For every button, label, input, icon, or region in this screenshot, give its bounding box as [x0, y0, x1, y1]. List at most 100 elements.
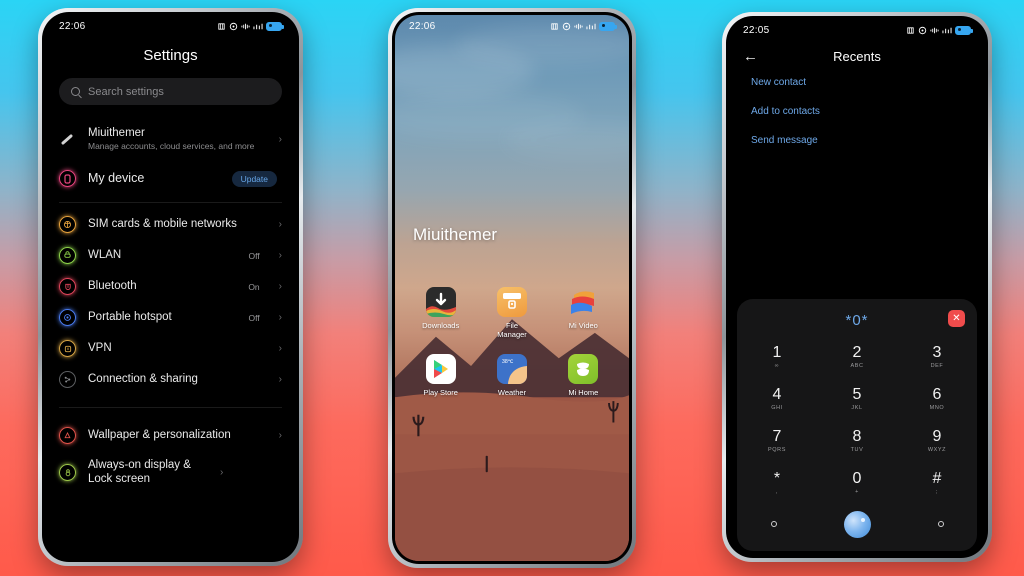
- key-hash[interactable]: #;: [897, 463, 977, 503]
- app-downloads[interactable]: Downloads: [405, 287, 476, 340]
- more-options-icon[interactable]: [770, 521, 777, 527]
- chevron-right-icon: ›: [278, 133, 282, 145]
- keypad-hide-icon[interactable]: [937, 521, 944, 527]
- bluetooth-label: Bluetooth: [88, 280, 137, 293]
- status-bar: 22:06: [395, 15, 629, 37]
- key-letters: GHI: [771, 404, 783, 411]
- key-letters: ∞: [774, 362, 780, 369]
- status-time: 22:06: [59, 20, 86, 32]
- phone-bezel: 22:05 ← Recents New contact Add to conta…: [726, 16, 988, 558]
- hotspot-label: Portable hotspot: [88, 311, 172, 324]
- status-icons: [550, 21, 617, 31]
- key-digit: 8: [852, 427, 862, 445]
- downloads-icon: [425, 287, 456, 317]
- key-letters: +: [855, 488, 859, 495]
- wallpaper-label: Wallpaper & personalization: [88, 429, 231, 442]
- connection-sharing-icon: [59, 371, 76, 388]
- key-digit: 3: [932, 343, 942, 361]
- wlan-label: WLAN: [88, 249, 122, 262]
- aod-lock-label: Always-on display & Lock screen: [88, 459, 191, 486]
- app-label: File Manager: [497, 321, 527, 340]
- list-divider: [59, 202, 282, 203]
- device-icon: [59, 170, 76, 187]
- key-6[interactable]: 6 MNO: [897, 379, 977, 419]
- key-letters: PQRS: [768, 446, 786, 453]
- app-label: Weather: [497, 387, 527, 397]
- key-letters: ;: [935, 488, 939, 495]
- chevron-right-icon: ›: [278, 219, 282, 230]
- key-5[interactable]: 5 JKL: [817, 379, 897, 419]
- settings-row-vpn[interactable]: VPN ›: [45, 333, 296, 364]
- list-divider: [59, 407, 282, 408]
- back-arrow-icon[interactable]: ←: [743, 49, 758, 64]
- key-0[interactable]: 0 +: [817, 463, 897, 503]
- app-play-store[interactable]: Play Store: [405, 353, 476, 397]
- signal-icon: [586, 23, 596, 29]
- chevron-right-icon: ›: [278, 250, 282, 261]
- settings-row-hotspot[interactable]: Portable hotspot Off ›: [45, 302, 296, 333]
- key-digit: #: [932, 469, 942, 487]
- key-3[interactable]: 3 DEF: [897, 337, 977, 377]
- link-send-message[interactable]: Send message: [729, 126, 985, 155]
- settings-row-wlan[interactable]: WLAN Off ›: [45, 240, 296, 271]
- app-label: Play Store: [423, 387, 458, 397]
- key-7[interactable]: 7 PQRS: [737, 421, 817, 461]
- weather-temp: 38℃: [502, 359, 514, 365]
- key-star[interactable]: *,: [737, 463, 817, 503]
- bluetooth-icon: [907, 26, 914, 34]
- link-new-contact[interactable]: New contact: [729, 68, 985, 97]
- key-digit: 5: [852, 385, 862, 403]
- search-input[interactable]: Search settings: [59, 78, 282, 105]
- key-9[interactable]: 9 WXYZ: [897, 421, 977, 461]
- key-digit: 2: [852, 343, 862, 361]
- status-icons: [906, 25, 973, 35]
- key-digit: 9: [932, 427, 942, 445]
- settings-row-sim[interactable]: SIM cards & mobile networks ›: [45, 209, 296, 240]
- close-icon[interactable]: ✕: [948, 310, 965, 327]
- key-8[interactable]: 8 TUV: [817, 421, 897, 461]
- key-1[interactable]: 1 ∞: [737, 337, 817, 377]
- alarm-icon: [918, 26, 927, 34]
- app-grid: Downloads File Manager Mi Video Play Sto…: [405, 287, 619, 397]
- settings-row-aod-lock[interactable]: Always-on display & Lock screen ›: [45, 451, 296, 494]
- status-time: 22:05: [743, 24, 770, 36]
- vibrate-icon: [574, 23, 583, 29]
- connection-sharing-label: Connection & sharing: [88, 373, 198, 386]
- key-2[interactable]: 2 ABC: [817, 337, 897, 377]
- app-mi-home[interactable]: Mi Home: [548, 353, 619, 397]
- mi-video-icon: [568, 287, 598, 317]
- status-icons: [217, 21, 284, 31]
- settings-row-wallpaper[interactable]: Wallpaper & personalization ›: [45, 420, 296, 451]
- app-file-manager[interactable]: File Manager: [476, 287, 547, 340]
- settings-group-connectivity: SIM cards & mobile networks › WLAN Off ›: [45, 209, 296, 395]
- call-button-icon[interactable]: [843, 510, 871, 538]
- update-badge[interactable]: Update: [231, 170, 277, 187]
- bluetooth-icon: [59, 278, 76, 295]
- settings-row-account[interactable]: Miuithemer Manage accounts, cloud servic…: [45, 117, 296, 161]
- key-4[interactable]: 4 GHI: [737, 379, 817, 419]
- wifi-icon: [59, 247, 76, 264]
- settings-group-personalization: Wallpaper & personalization › Always-on …: [45, 420, 296, 494]
- key-letters: WXYZ: [927, 446, 947, 453]
- app-mi-video[interactable]: Mi Video: [548, 287, 619, 340]
- page-title: Recents: [833, 49, 881, 64]
- app-label-line1: File: [505, 321, 519, 330]
- settings-row-bluetooth[interactable]: Bluetooth On ›: [45, 271, 296, 302]
- key-letters: JKL: [851, 404, 863, 411]
- vpn-label: VPN: [88, 342, 112, 355]
- home-screen: 22:06 Miuithemer Downloads File Manager …: [395, 15, 629, 561]
- recents-header: ← Recents: [729, 41, 985, 68]
- link-add-to-contacts[interactable]: Add to contacts: [729, 97, 985, 126]
- key-letters: DEF: [930, 362, 944, 369]
- chevron-right-icon: ›: [220, 466, 224, 478]
- play-store-icon: [425, 353, 456, 384]
- chevron-right-icon: ›: [278, 281, 282, 292]
- settings-row-my-device[interactable]: My device Update: [45, 161, 296, 196]
- key-digit: 1: [772, 343, 782, 361]
- settings-row-connection-sharing[interactable]: Connection & sharing ›: [45, 364, 296, 395]
- recents-screen: 22:05 ← Recents New contact Add to conta…: [729, 19, 985, 555]
- account-label: Miuithemer Manage accounts, cloud servic…: [88, 126, 267, 152]
- app-weather[interactable]: 38℃ Weather: [476, 353, 547, 397]
- lock-screen-icon: [59, 463, 76, 481]
- wallpaper-icon: [59, 427, 76, 444]
